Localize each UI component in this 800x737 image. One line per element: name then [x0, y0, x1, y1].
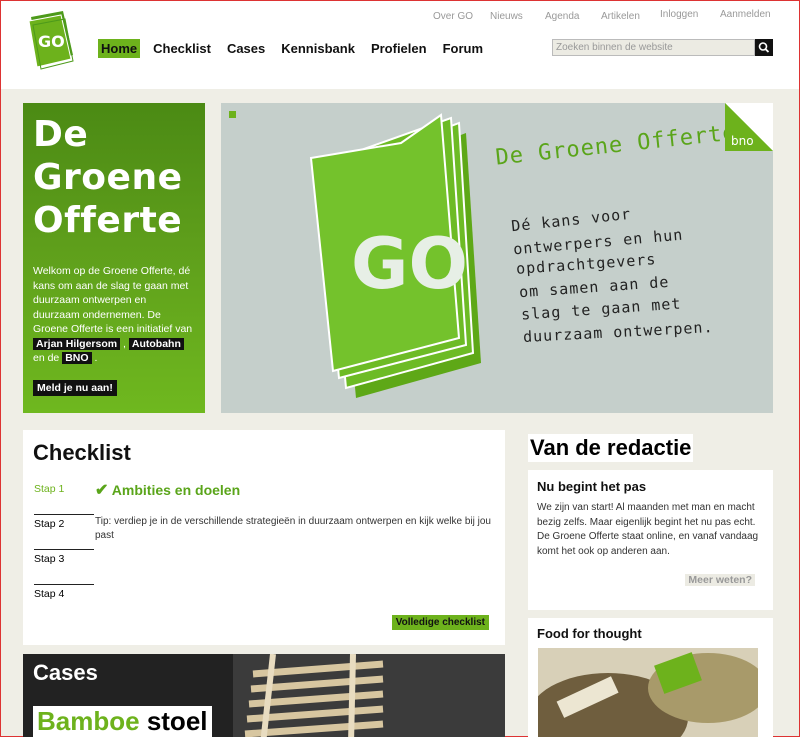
- intro-panel: De Groene Offerte Welkom op de Groene Of…: [23, 103, 205, 413]
- step-tip: Tip: verdiep je in de verschillende stra…: [95, 516, 491, 541]
- toplink-nieuws[interactable]: Nieuws: [490, 11, 523, 22]
- cases-title: Cases: [33, 660, 98, 685]
- redactie-title: Van de redactie: [528, 434, 694, 462]
- nav-home[interactable]: Home: [98, 39, 141, 58]
- step-list: Stap 1 Stap 2 Stap 3 Stap 4: [34, 480, 94, 620]
- food-photo[interactable]: [538, 648, 758, 737]
- news-text: We zijn van start! Al maanden met man en…: [537, 502, 759, 557]
- svg-text:bno: bno: [731, 134, 754, 148]
- go-logo[interactable]: GO: [27, 9, 75, 71]
- step-heading: ✔ Ambities en doelen: [95, 482, 241, 499]
- intro-title: De Groene Offerte: [33, 114, 183, 241]
- svg-text:GO: GO: [38, 32, 65, 51]
- toplink-over-go[interactable]: Over GO: [433, 11, 473, 22]
- toplink-inloggen[interactable]: Inloggen: [660, 9, 698, 20]
- main-nav: Home Checklist Cases Kennisbank Profiele…: [98, 39, 496, 58]
- link-bno[interactable]: BNO: [62, 352, 92, 364]
- step-3[interactable]: Stap 3: [34, 550, 94, 585]
- hero-banner: GO De Groene Offerte Dé kans voor ontwer…: [221, 103, 773, 413]
- step-1[interactable]: Stap 1: [34, 480, 94, 515]
- step-4[interactable]: Stap 4: [34, 585, 94, 620]
- cases-panel: Cases Bamboe stoel: [23, 654, 505, 737]
- nav-forum[interactable]: Forum: [440, 39, 486, 58]
- search-button[interactable]: [755, 39, 773, 56]
- toplink-aanmelden[interactable]: Aanmelden: [720, 9, 771, 20]
- nav-checklist[interactable]: Checklist: [150, 39, 214, 58]
- full-checklist-link[interactable]: Volledige checklist: [391, 615, 489, 630]
- signup-button[interactable]: Meld je nu aan!: [33, 379, 117, 396]
- banner-line-6: duurzaam ontwerpen.: [522, 318, 714, 346]
- intro-text: Welkom op de Groene Offerte, dé kans om …: [33, 265, 193, 364]
- food-card: Food for thought: [528, 618, 773, 737]
- step-2[interactable]: Stap 2: [34, 515, 94, 550]
- nav-cases[interactable]: Cases: [224, 39, 268, 58]
- go-sketch-illustration: GO: [309, 113, 481, 398]
- checkmark-icon: ✔: [95, 482, 109, 499]
- food-title: Food for thought: [537, 626, 642, 641]
- link-autobahn[interactable]: Autobahn: [128, 337, 184, 350]
- toplink-agenda[interactable]: Agenda: [545, 11, 579, 22]
- news-card: Nu begint het pas We zijn van start! Al …: [528, 470, 773, 610]
- link-arjan-hilgersom[interactable]: Arjan Hilgersom: [33, 337, 121, 350]
- nav-kennisbank[interactable]: Kennisbank: [278, 39, 358, 58]
- more-button[interactable]: Meer weten?: [685, 574, 755, 586]
- news-title[interactable]: Nu begint het pas: [537, 479, 764, 494]
- search-input[interactable]: Zoeken binnen de website: [552, 39, 755, 56]
- svg-text:GO: GO: [351, 223, 468, 305]
- bno-badge[interactable]: bno: [725, 103, 773, 151]
- nav-profielen[interactable]: Profielen: [368, 39, 430, 58]
- search-icon: [758, 42, 770, 53]
- banner-marker: [229, 111, 236, 118]
- checklist-panel: Checklist Stap 1 Stap 2 Stap 3 Stap 4 ✔ …: [23, 430, 505, 645]
- case-name[interactable]: Bamboe stoel: [33, 706, 212, 737]
- banner-title: De Groene Offerte: [494, 120, 738, 171]
- toplink-artikelen[interactable]: Artikelen: [601, 11, 640, 22]
- bamboo-chair-photo: [233, 654, 505, 737]
- site-header: GO Over GO Nieuws Agenda Artikelen Inlog…: [1, 1, 799, 89]
- checklist-title: Checklist: [33, 440, 131, 465]
- search: Zoeken binnen de website: [552, 39, 773, 56]
